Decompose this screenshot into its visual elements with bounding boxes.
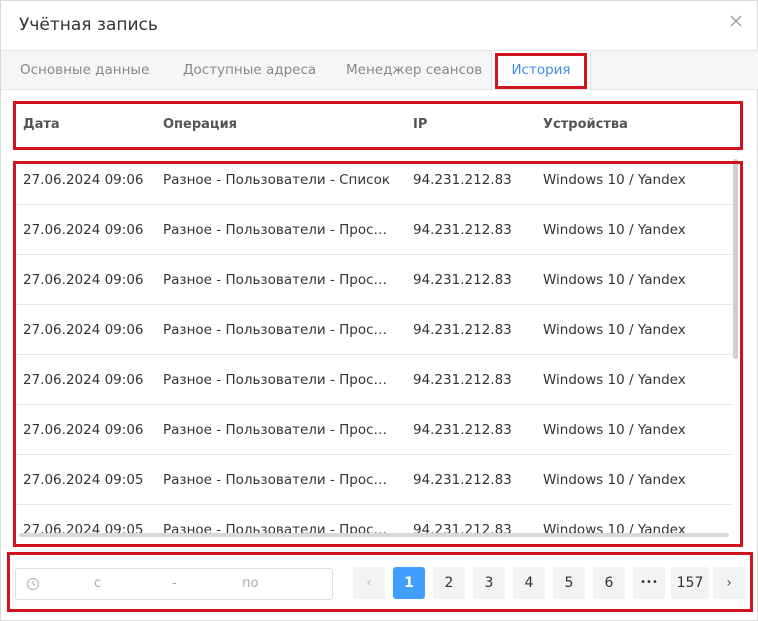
cell-device: Windows 10 / Yandex [543,272,686,288]
cell-operation: Разное - Пользователи - Список [163,172,390,188]
cell-device: Windows 10 / Yandex [543,222,686,238]
cell-date: 27.06.2024 09:06 [23,222,144,238]
page-button-5[interactable]: 5 [553,567,585,599]
cell-ip: 94.231.212.83 [413,222,512,238]
column-header-devices[interactable]: Устройства [543,101,628,149]
next-page-button[interactable]: › [713,567,745,599]
column-header-date[interactable]: Дата [23,101,60,149]
column-header-ip[interactable]: IP [413,101,427,149]
cell-operation: Разное - Пользователи - Просмотр [163,322,395,338]
tab-bar: Основные данные Доступные адреса Менедже… [1,50,758,90]
table-footer: с - по ‹ 1 2 3 4 5 6 ••• 157 › [7,552,753,612]
page-button-4[interactable]: 4 [513,567,545,599]
cell-ip: 94.231.212.83 [413,422,512,438]
table-row[interactable]: 27.06.2024 09:06 Разное - Пользователи -… [15,155,733,205]
horizontal-scrollbar[interactable] [19,533,729,537]
cell-operation: Разное - Пользователи - Просмотр [163,472,395,488]
cell-device: Windows 10 / Yandex [543,422,686,438]
cell-ip: 94.231.212.83 [413,272,512,288]
cell-date: 27.06.2024 09:06 [23,372,144,388]
tab-history[interactable]: История [491,51,591,89]
date-from-input[interactable]: с [94,569,101,599]
vertical-scrollbar[interactable] [733,159,738,359]
cell-ip: 94.231.212.83 [413,472,512,488]
more-pages-button[interactable]: ••• [633,567,665,599]
cell-device: Windows 10 / Yandex [543,322,686,338]
cell-operation: Разное - Пользователи - Просмотр [163,272,395,288]
tab-available-addresses[interactable]: Доступные адреса [183,51,316,89]
clock-icon [26,577,40,591]
cell-date: 27.06.2024 09:05 [23,472,144,488]
column-header-operation[interactable]: Операция [163,101,237,149]
prev-page-button[interactable]: ‹ [353,567,385,599]
table-row[interactable]: 27.06.2024 09:06 Разное - Пользователи -… [15,255,733,305]
table-row[interactable]: 27.06.2024 09:06 Разное - Пользователи -… [15,405,733,455]
cell-date: 27.06.2024 09:06 [23,322,144,338]
date-separator: - [172,576,177,591]
chevron-left-icon: ‹ [366,575,372,591]
cell-ip: 94.231.212.83 [413,322,512,338]
dialog-title: Учётная запись [19,15,158,35]
cell-device: Windows 10 / Yandex [543,372,686,388]
page-button-6[interactable]: 6 [593,567,625,599]
cell-device: Windows 10 / Yandex [543,472,686,488]
tab-session-manager[interactable]: Менеджер сеансов [346,51,482,89]
cell-date: 27.06.2024 09:06 [23,172,144,188]
date-range-picker[interactable]: с - по [15,568,333,600]
page-button-157[interactable]: 157 [671,567,709,599]
table-header: Дата Операция IP Устройства [15,101,741,149]
table-body: 27.06.2024 09:06 Разное - Пользователи -… [15,155,741,539]
cell-operation: Разное - Пользователи - Просмотр [163,422,395,438]
cell-operation: Разное - Пользователи - Просмотр [163,372,395,388]
cell-operation: Разное - Пользователи - Просмотр [163,222,395,238]
chevron-right-icon: › [726,575,732,591]
cell-ip: 94.231.212.83 [413,372,512,388]
table-row[interactable]: 27.06.2024 09:06 Разное - Пользователи -… [15,205,733,255]
page-button-3[interactable]: 3 [473,567,505,599]
table-row[interactable]: 27.06.2024 09:06 Разное - Пользователи -… [15,355,733,405]
cell-ip: 94.231.212.83 [413,172,512,188]
page-button-1[interactable]: 1 [393,567,425,599]
page-button-2[interactable]: 2 [433,567,465,599]
cell-device: Windows 10 / Yandex [543,172,686,188]
cell-date: 27.06.2024 09:06 [23,422,144,438]
date-to-input[interactable]: по [242,569,258,599]
tab-basic-data[interactable]: Основные данные [20,51,149,89]
table-row[interactable]: 27.06.2024 09:05 Разное - Пользователи -… [15,455,733,505]
close-icon[interactable] [729,14,743,28]
account-dialog: Учётная запись Основные данные Доступные… [0,0,758,621]
table-row[interactable]: 27.06.2024 09:06 Разное - Пользователи -… [15,305,733,355]
cell-date: 27.06.2024 09:06 [23,272,144,288]
